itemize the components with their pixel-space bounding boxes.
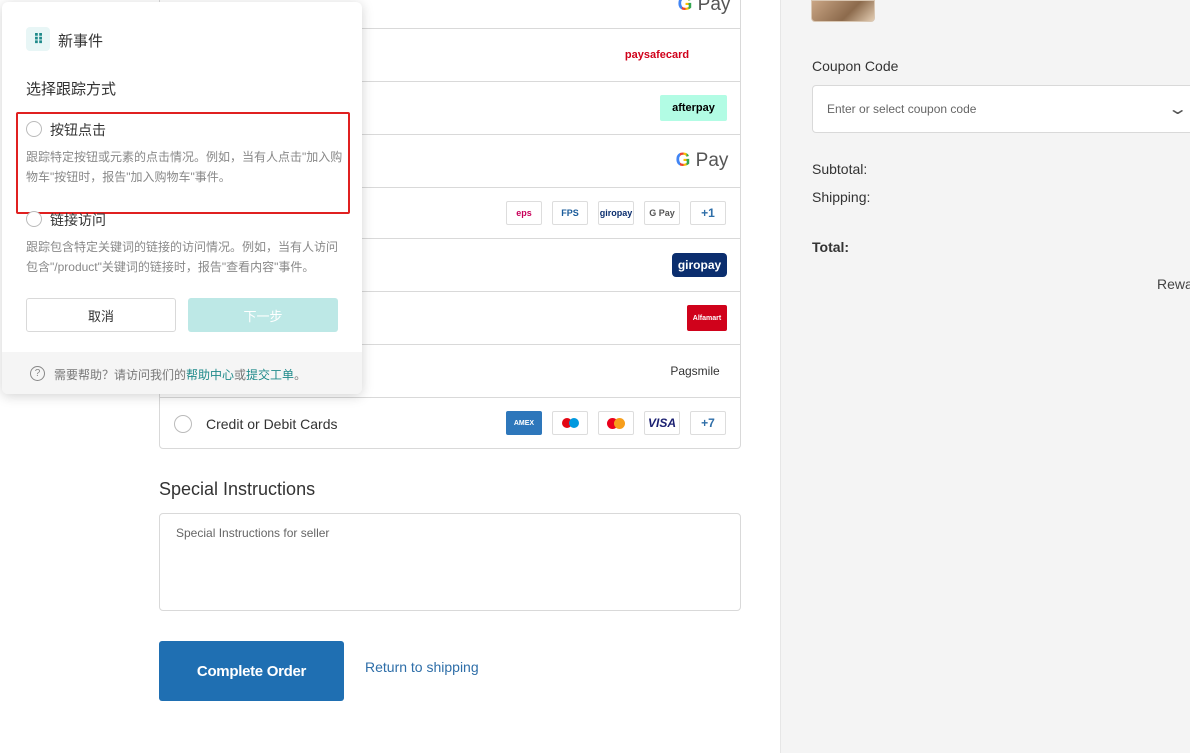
giropay-logo: giropay bbox=[672, 253, 727, 277]
google-pay-logo: G Pay bbox=[675, 150, 729, 171]
amex-logo: AMEX bbox=[506, 411, 542, 435]
question-circle-icon: ? bbox=[30, 366, 45, 381]
afterpay-logo: afterpay bbox=[660, 95, 727, 121]
product-thumbnail bbox=[811, 0, 875, 22]
credit-card-label: Credit or Debit Cards bbox=[206, 416, 338, 432]
special-instructions-title: Special Instructions bbox=[159, 479, 316, 499]
subtotal-label: Subtotal: bbox=[812, 161, 868, 177]
more-methods-badge: +1 bbox=[690, 201, 726, 225]
pagsmile-logo: Pagsmile bbox=[670, 364, 720, 378]
option-link-visit-radio[interactable] bbox=[26, 211, 42, 227]
return-to-shipping-link[interactable]: Return to shipping bbox=[365, 659, 479, 675]
giropay-logo: giropay bbox=[598, 201, 634, 225]
credit-card-radio[interactable] bbox=[174, 415, 192, 433]
highlight-box bbox=[16, 112, 350, 214]
next-step-button[interactable]: 下一步 bbox=[188, 298, 338, 332]
payment-row-credit-card[interactable]: Credit or Debit Cards AMEX maestro maste… bbox=[160, 398, 740, 449]
special-instructions-textarea[interactable]: Special Instructions for seller bbox=[159, 513, 741, 611]
section-title: 选择跟踪方式 bbox=[26, 81, 117, 98]
paysafecard-logo: paysafecard bbox=[624, 49, 690, 61]
new-event-dialog: ⠿ 新事件 选择跟踪方式 按钮点击 跟踪特定按钮或元素的点击情况。例如，当有人点… bbox=[2, 2, 362, 394]
coupon-select[interactable]: Enter or select coupon code ⌄ bbox=[812, 85, 1190, 133]
option-link-visit-desc: 跟踪包含特定关键词的链接的访问情况。例如，当有人访问包含"/product"关键… bbox=[26, 240, 339, 274]
option-link-visit-label[interactable]: 链接访问 bbox=[50, 210, 106, 230]
total-label: Total: bbox=[812, 239, 850, 255]
cancel-button[interactable]: 取消 bbox=[26, 298, 176, 332]
shipping-label: Shipping: bbox=[812, 189, 871, 205]
mastercard-logo: mastercard bbox=[598, 411, 634, 435]
help-center-link[interactable]: 帮助中心 bbox=[186, 368, 234, 382]
google-pay-logo: G Pay bbox=[644, 201, 680, 225]
help-footer: ? 需要帮助？请访问我们的帮助中心或提交工单。 bbox=[2, 352, 362, 394]
complete-order-button[interactable]: Complete Order bbox=[159, 641, 344, 701]
fps-logo: FPS bbox=[552, 201, 588, 225]
google-pay-logo: G Pay bbox=[676, 0, 732, 19]
dialog-title: 新事件 bbox=[58, 33, 104, 50]
alfamart-logo: Alfamart bbox=[687, 305, 727, 331]
coupon-placeholder: Enter or select coupon code bbox=[827, 102, 977, 116]
visa-logo: VISA bbox=[644, 411, 680, 435]
coupon-label: Coupon Code bbox=[812, 58, 899, 74]
maestro-logo: maestro bbox=[552, 411, 588, 435]
special-instructions-placeholder: Special Instructions for seller bbox=[176, 526, 330, 540]
eps-logo: eps bbox=[506, 201, 542, 225]
chevron-down-icon: ⌄ bbox=[1166, 101, 1189, 118]
submit-ticket-link[interactable]: 提交工单 bbox=[246, 368, 294, 382]
order-summary-panel: Coupon Code Enter or select coupon code … bbox=[780, 0, 1190, 753]
drag-handle-icon[interactable]: ⠿ bbox=[26, 27, 50, 51]
rewards-label: Rewa bbox=[1157, 276, 1190, 292]
help-text: 需要帮助？请访问我们的帮助中心或提交工单。 bbox=[54, 368, 307, 382]
more-cards-badge: +7 bbox=[690, 411, 726, 435]
